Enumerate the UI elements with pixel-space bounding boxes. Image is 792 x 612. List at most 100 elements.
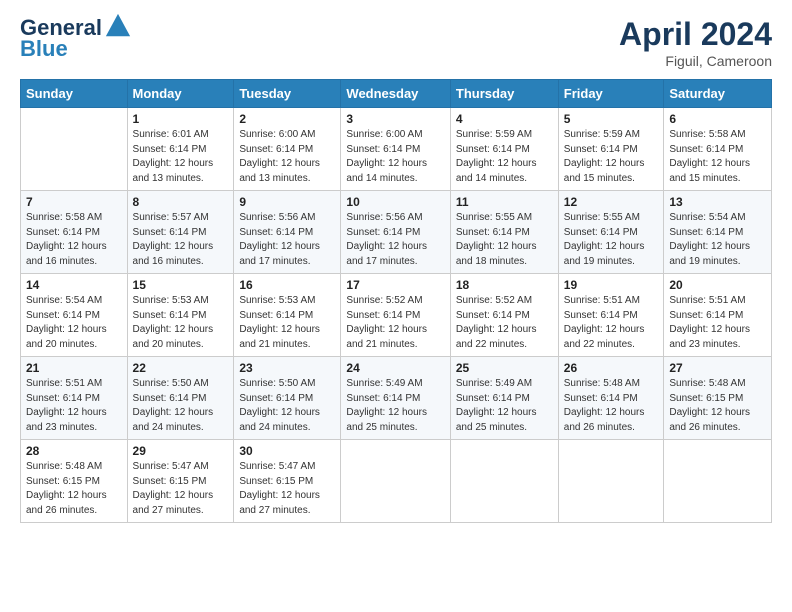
table-row: 15 Sunrise: 5:53 AM Sunset: 6:14 PM Dayli… (127, 274, 234, 357)
day-number: 13 (669, 195, 766, 209)
table-row: 11 Sunrise: 5:55 AM Sunset: 6:14 PM Dayli… (450, 191, 558, 274)
day-number: 1 (133, 112, 229, 126)
month-title: April 2024 (619, 16, 772, 53)
table-row: 22Sunrise: 5:50 AM Sunset: 6:14 PM Dayli… (127, 357, 234, 440)
day-info: Sunrise: 5:51 AM Sunset: 6:14 PM Dayligh… (26, 377, 122, 435)
table-row: 10 Sunrise: 5:56 AM Sunset: 6:14 PM Dayli… (341, 191, 450, 274)
day-number: 6 (669, 112, 766, 126)
day-info: Sunrise: 5:56 AM Sunset: 6:14 PM Dayligh… (346, 211, 444, 269)
calendar-row-4: 21 Sunrise: 5:51 AM Sunset: 6:14 PM Dayli… (21, 357, 772, 440)
calendar-row-2: 7 Sunrise: 5:58 AM Sunset: 6:14 PM Daylig… (21, 191, 772, 274)
day-info: Sunrise: 5:49 AM Sunset: 6:14 PM Dayligh… (456, 377, 553, 435)
table-row: 17 Sunrise: 5:52 AM Sunset: 6:14 PM Dayli… (341, 274, 450, 357)
day-info: Sunrise: 5:49 AM Sunset: 6:14 PM Dayligh… (346, 377, 444, 435)
day-info: Sunrise: 6:00 AM Sunset: 6:14 PM Dayligh… (239, 128, 335, 186)
day-info: Sunrise: 5:59 AM Sunset: 6:14 PM Dayligh… (564, 128, 659, 186)
day-info: Sunrise: 5:51 AM Sunset: 6:14 PM Dayligh… (564, 294, 659, 352)
table-row (21, 108, 128, 191)
table-row: 4 Sunrise: 5:59 AM Sunset: 6:14 PM Daylig… (450, 108, 558, 191)
day-number: 14 (26, 278, 122, 292)
header: General Blue April 2024 Figuil, Cameroon (20, 16, 772, 69)
day-info: Sunrise: 5:54 AM Sunset: 6:14 PM Dayligh… (669, 211, 766, 269)
day-info: Sunrise: 5:54 AM Sunset: 6:14 PM Dayligh… (26, 294, 122, 352)
col-thursday: Thursday (450, 80, 558, 108)
day-info: Sunrise: 5:48 AM Sunset: 6:15 PM Dayligh… (26, 460, 122, 518)
calendar-row-1: 1 Sunrise: 6:01 AM Sunset: 6:14 PM Daylig… (21, 108, 772, 191)
table-row: 8 Sunrise: 5:57 AM Sunset: 6:14 PM Daylig… (127, 191, 234, 274)
day-info: Sunrise: 5:57 AM Sunset: 6:14 PM Dayligh… (133, 211, 229, 269)
day-number: 4 (456, 112, 553, 126)
col-monday: Monday (127, 80, 234, 108)
day-number: 27 (669, 361, 766, 375)
table-row: 25 Sunrise: 5:49 AM Sunset: 6:14 PM Dayli… (450, 357, 558, 440)
day-info: Sunrise: 5:58 AM Sunset: 6:14 PM Dayligh… (26, 211, 122, 269)
day-number: 29 (133, 444, 229, 458)
table-row: 20 Sunrise: 5:51 AM Sunset: 6:14 PM Dayli… (664, 274, 772, 357)
day-number: 26 (564, 361, 659, 375)
day-info: Sunrise: 5:51 AM Sunset: 6:14 PM Dayligh… (669, 294, 766, 352)
day-info: Sunrise: 5:59 AM Sunset: 6:14 PM Dayligh… (456, 128, 553, 186)
day-info: Sunrise: 5:50 AM Sunset: 6:14 PM Dayligh… (239, 377, 335, 435)
day-number: 9 (239, 195, 335, 209)
table-row: 16 Sunrise: 5:53 AM Sunset: 6:14 PM Dayli… (234, 274, 341, 357)
day-number: 19 (564, 278, 659, 292)
day-number: 24 (346, 361, 444, 375)
table-row: 12Sunrise: 5:55 AM Sunset: 6:14 PM Dayli… (558, 191, 664, 274)
calendar-row-3: 14 Sunrise: 5:54 AM Sunset: 6:14 PM Dayli… (21, 274, 772, 357)
col-wednesday: Wednesday (341, 80, 450, 108)
day-number: 25 (456, 361, 553, 375)
day-info: Sunrise: 5:47 AM Sunset: 6:15 PM Dayligh… (133, 460, 229, 518)
day-number: 3 (346, 112, 444, 126)
day-number: 8 (133, 195, 229, 209)
day-number: 30 (239, 444, 335, 458)
table-row: 28Sunrise: 5:48 AM Sunset: 6:15 PM Dayli… (21, 440, 128, 523)
day-number: 5 (564, 112, 659, 126)
table-row: 7 Sunrise: 5:58 AM Sunset: 6:14 PM Daylig… (21, 191, 128, 274)
table-row: 29 Sunrise: 5:47 AM Sunset: 6:15 PM Dayli… (127, 440, 234, 523)
calendar-header-row: Sunday Monday Tuesday Wednesday Thursday… (21, 80, 772, 108)
day-info: Sunrise: 5:55 AM Sunset: 6:14 PM Dayligh… (456, 211, 553, 269)
day-number: 2 (239, 112, 335, 126)
day-number: 11 (456, 195, 553, 209)
table-row: 9 Sunrise: 5:56 AM Sunset: 6:14 PM Daylig… (234, 191, 341, 274)
table-row: 14 Sunrise: 5:54 AM Sunset: 6:14 PM Dayli… (21, 274, 128, 357)
table-row: 26 Sunrise: 5:48 AM Sunset: 6:14 PM Dayli… (558, 357, 664, 440)
calendar-table: Sunday Monday Tuesday Wednesday Thursday… (20, 79, 772, 523)
table-row: 2 Sunrise: 6:00 AM Sunset: 6:14 PM Daylig… (234, 108, 341, 191)
day-info: Sunrise: 5:48 AM Sunset: 6:15 PM Dayligh… (669, 377, 766, 435)
day-number: 17 (346, 278, 444, 292)
day-number: 21 (26, 361, 122, 375)
location-subtitle: Figuil, Cameroon (619, 53, 772, 69)
day-number: 12 (564, 195, 659, 209)
table-row: 23 Sunrise: 5:50 AM Sunset: 6:14 PM Dayli… (234, 357, 341, 440)
col-tuesday: Tuesday (234, 80, 341, 108)
calendar-row-5: 28Sunrise: 5:48 AM Sunset: 6:15 PM Dayli… (21, 440, 772, 523)
table-row: 5 Sunrise: 5:59 AM Sunset: 6:14 PM Daylig… (558, 108, 664, 191)
table-row: 18Sunrise: 5:52 AM Sunset: 6:14 PM Dayli… (450, 274, 558, 357)
day-info: Sunrise: 5:48 AM Sunset: 6:14 PM Dayligh… (564, 377, 659, 435)
day-info: Sunrise: 5:53 AM Sunset: 6:14 PM Dayligh… (239, 294, 335, 352)
day-info: Sunrise: 5:58 AM Sunset: 6:14 PM Dayligh… (669, 128, 766, 186)
day-info: Sunrise: 5:52 AM Sunset: 6:14 PM Dayligh… (346, 294, 444, 352)
day-info: Sunrise: 6:00 AM Sunset: 6:14 PM Dayligh… (346, 128, 444, 186)
day-info: Sunrise: 5:53 AM Sunset: 6:14 PM Dayligh… (133, 294, 229, 352)
day-info: Sunrise: 5:56 AM Sunset: 6:14 PM Dayligh… (239, 211, 335, 269)
day-number: 20 (669, 278, 766, 292)
table-row (558, 440, 664, 523)
day-number: 7 (26, 195, 122, 209)
day-number: 23 (239, 361, 335, 375)
table-row (341, 440, 450, 523)
day-number: 15 (133, 278, 229, 292)
day-info: Sunrise: 5:50 AM Sunset: 6:14 PM Dayligh… (133, 377, 229, 435)
table-row (664, 440, 772, 523)
table-row: 19 Sunrise: 5:51 AM Sunset: 6:14 PM Dayli… (558, 274, 664, 357)
day-info: Sunrise: 6:01 AM Sunset: 6:14 PM Dayligh… (133, 128, 229, 186)
day-number: 16 (239, 278, 335, 292)
logo-icon (104, 12, 132, 40)
col-sunday: Sunday (21, 80, 128, 108)
table-row: 3 Sunrise: 6:00 AM Sunset: 6:14 PM Daylig… (341, 108, 450, 191)
table-row: 30Sunrise: 5:47 AM Sunset: 6:15 PM Dayli… (234, 440, 341, 523)
col-saturday: Saturday (664, 80, 772, 108)
logo: General Blue (20, 16, 132, 62)
day-number: 10 (346, 195, 444, 209)
